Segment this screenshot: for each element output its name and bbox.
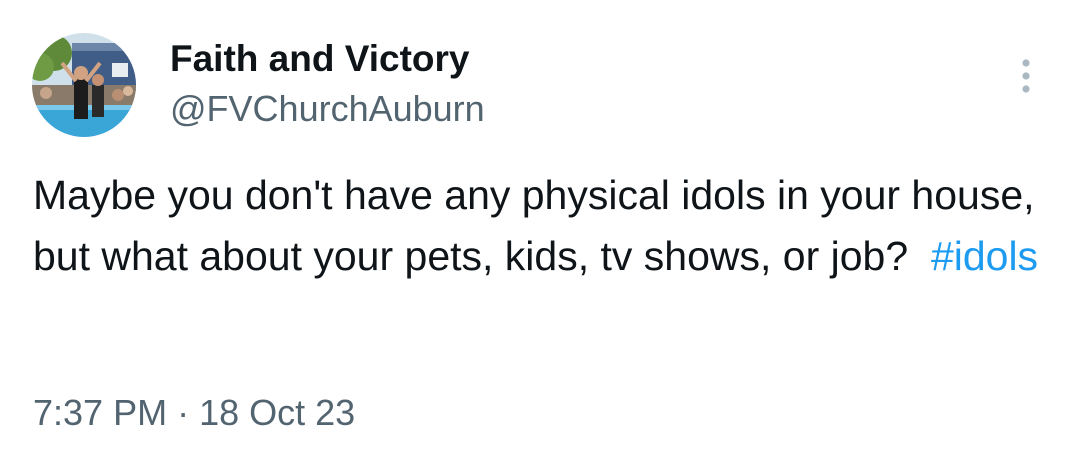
author-handle[interactable]: @FVChurchAuburn bbox=[170, 86, 485, 132]
tweet-timestamp[interactable]: 7:37 PM · 18 Oct 23 bbox=[33, 389, 355, 437]
avatar[interactable] bbox=[32, 33, 136, 137]
tweet-body: Maybe you don't have any physical idols … bbox=[33, 172, 1035, 279]
avatar-photo-icon bbox=[32, 33, 136, 137]
tweet-card: Faith and Victory @FVChurchAuburn Maybe … bbox=[0, 0, 1080, 471]
tweet-date: 18 Oct 23 bbox=[199, 392, 356, 433]
hashtag-link[interactable]: #idols bbox=[931, 233, 1038, 279]
timestamp-separator: · bbox=[177, 392, 190, 433]
author-display-name[interactable]: Faith and Victory bbox=[170, 35, 470, 83]
more-vertical-icon[interactable] bbox=[1012, 56, 1040, 96]
tweet-text: Maybe you don't have any physical idols … bbox=[33, 165, 1053, 287]
tweet-time: 7:37 PM bbox=[33, 392, 168, 433]
